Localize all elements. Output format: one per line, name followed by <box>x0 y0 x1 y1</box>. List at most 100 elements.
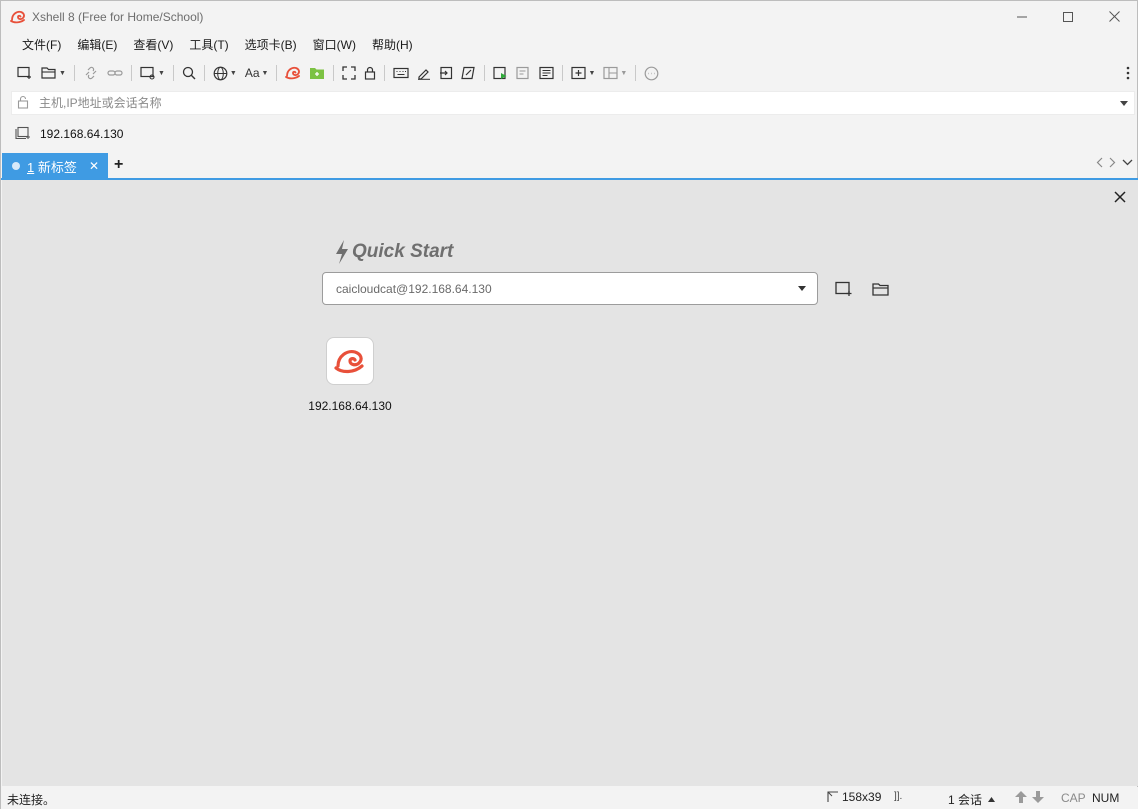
chevron-down-icon <box>787 286 817 291</box>
menu-help[interactable]: 帮助(H) <box>364 34 421 56</box>
tab-close-icon[interactable]: ✕ <box>89 159 99 173</box>
disconnect-button[interactable] <box>103 62 127 84</box>
toolbar-separator <box>384 65 386 81</box>
pen-icon <box>418 69 431 80</box>
properties-icon <box>140 66 155 80</box>
toolbar: ▼ ▼ ▼ Aa ▼ ▼ ▼ <box>13 61 1133 85</box>
layout-button[interactable]: ▼ <box>599 62 631 84</box>
quick-start-heading: Quick Start <box>334 239 453 265</box>
toolbar-separator <box>635 65 637 81</box>
arrow-down-icon[interactable] <box>1031 790 1045 804</box>
window-controls <box>999 1 1137 32</box>
properties-button[interactable]: ▼ <box>136 62 169 84</box>
xshell-icon <box>285 66 301 80</box>
document-icon <box>539 66 555 80</box>
new-tab-button[interactable]: ▼ <box>567 62 599 84</box>
compose-button[interactable] <box>457 62 480 84</box>
close-window-button[interactable] <box>1091 1 1137 32</box>
num-lock-indicator: NUM <box>1092 791 1120 805</box>
session-manager-icon[interactable] <box>15 126 31 143</box>
xftp-icon <box>310 68 325 79</box>
link-icon <box>107 70 123 76</box>
session-tile[interactable]: 192.168.64.130 <box>302 337 398 413</box>
toolbar-separator <box>203 65 205 81</box>
minimize-button[interactable] <box>999 1 1045 32</box>
chevron-down-icon: ▼ <box>157 69 165 77</box>
session-link[interactable]: 192.168.64.130 <box>40 127 123 141</box>
title-bar[interactable]: Xshell 8 (Free for Home/School) <box>1 1 1137 32</box>
tab-new[interactable]: 1 新标签 ✕ <box>2 153 108 179</box>
font-label: Aa <box>244 66 260 80</box>
menu-edit[interactable]: 编辑(E) <box>69 34 125 56</box>
chevron-down-icon: ▼ <box>620 69 628 77</box>
address-dropdown-button[interactable] <box>1114 100 1134 106</box>
xftp-button[interactable] <box>305 62 329 84</box>
close-pane-button[interactable] <box>1114 191 1126 206</box>
toolbar-separator <box>172 65 174 81</box>
folder-open-icon <box>41 67 56 79</box>
tab-navigation <box>1096 157 1133 168</box>
keyboard-button[interactable] <box>389 62 413 84</box>
tab-title: 新标签 <box>37 159 77 175</box>
session-count-value: 1 会话 <box>948 793 983 807</box>
toolbar-more-button[interactable] <box>1123 61 1133 85</box>
arrow-up-icon[interactable] <box>1014 790 1028 804</box>
address-bar <box>11 91 1135 115</box>
add-window-icon <box>571 66 587 80</box>
session-count[interactable]: 1 会话 <box>948 791 996 808</box>
address-input[interactable] <box>39 96 1114 110</box>
chevron-right-icon[interactable] <box>1109 157 1116 168</box>
toolbar-separator <box>73 65 75 81</box>
log-stop-icon <box>516 66 530 80</box>
lightning-icon <box>336 240 348 264</box>
toolbar-separator <box>333 65 335 81</box>
add-tab-icon[interactable]: + <box>114 157 128 173</box>
transfer-button[interactable] <box>435 62 457 84</box>
cursor-position-icon: ]]. <box>894 791 903 802</box>
new-session-button[interactable] <box>13 62 37 84</box>
tab-status-dot <box>12 162 20 170</box>
quick-new-session-button[interactable] <box>833 279 855 299</box>
script-button[interactable] <box>413 62 435 84</box>
menu-file[interactable]: 文件(F) <box>14 34 69 56</box>
toolbar-separator <box>276 65 278 81</box>
menu-tools[interactable]: 工具(T) <box>181 34 236 56</box>
new-session-icon <box>835 281 852 296</box>
fullscreen-button[interactable] <box>338 62 360 84</box>
session-bar: 192.168.64.130 <box>15 123 123 145</box>
toolbar-separator <box>562 65 564 81</box>
terminal-size-value: 158x39 <box>842 790 882 804</box>
find-button[interactable] <box>178 62 200 84</box>
chevron-down-icon: ▼ <box>59 69 66 77</box>
maximize-icon <box>1063 11 1073 22</box>
font-button[interactable]: Aa ▼ <box>241 62 273 84</box>
toolbar-separator <box>130 65 132 81</box>
quick-start-session-select[interactable]: caicloudcat@192.168.64.130 <box>322 272 818 305</box>
reconnect-button[interactable] <box>79 62 103 84</box>
app-window: Xshell 8 (Free for Home/School) 文件(F) 编辑… <box>0 0 1138 809</box>
compose-pane-button[interactable] <box>535 62 558 84</box>
status-bar: 未连接。 158x39 ]]. 1 会话 CAP NUM <box>1 787 1138 809</box>
tab-label: 1 新标签 <box>27 157 77 176</box>
chat-button[interactable] <box>640 62 663 84</box>
xshell-button[interactable] <box>281 62 305 84</box>
quick-open-session-button[interactable] <box>870 279 892 299</box>
caps-lock-indicator: CAP <box>1061 791 1086 805</box>
open-session-button[interactable]: ▼ <box>37 62 70 84</box>
chevron-left-icon[interactable] <box>1096 157 1103 168</box>
encoding-button[interactable]: ▼ <box>209 62 241 84</box>
maximize-button[interactable] <box>1045 1 1091 32</box>
menu-window[interactable]: 窗口(W) <box>305 34 364 56</box>
chat-icon <box>644 66 659 80</box>
start-logging-button[interactable] <box>489 62 512 84</box>
stop-logging-button[interactable] <box>512 62 535 84</box>
chevron-down-icon: ▼ <box>229 69 237 77</box>
lock-button[interactable] <box>360 62 380 84</box>
chevron-down-icon[interactable] <box>1122 159 1133 166</box>
keyboard-icon <box>393 67 410 79</box>
window-title: Xshell 8 (Free for Home/School) <box>32 9 204 24</box>
quick-start-pane: Quick Start caicloudcat@192.168.64.130 1… <box>2 180 1138 786</box>
menu-tab[interactable]: 选项卡(B) <box>237 34 305 56</box>
menu-view[interactable]: 查看(V) <box>125 34 181 56</box>
chevron-down-icon <box>1120 100 1128 106</box>
